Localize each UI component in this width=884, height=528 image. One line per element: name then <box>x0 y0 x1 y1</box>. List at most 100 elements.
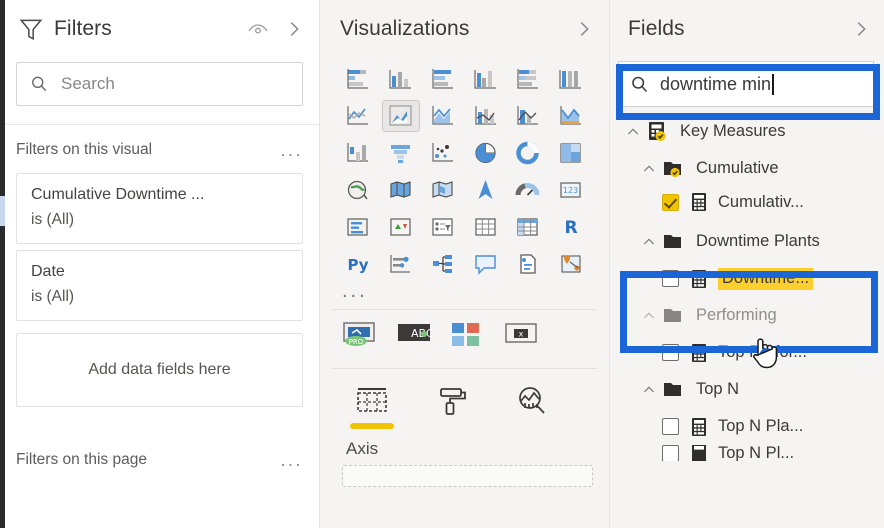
r-script-visual-icon[interactable]: R <box>553 212 589 242</box>
table-icon[interactable] <box>468 212 504 242</box>
line-and-stacked-column-chart-icon[interactable] <box>468 101 504 131</box>
tree-label: Downtime... <box>718 267 814 290</box>
format-tab[interactable] <box>426 381 478 429</box>
tree-item-top-n-folder[interactable]: Top N <box>610 371 884 408</box>
field-checkbox[interactable] <box>662 445 679 461</box>
stacked-bar-chart-icon[interactable] <box>340 64 376 94</box>
eye-hide-icon[interactable] <box>245 16 271 42</box>
area-chart-icon[interactable] <box>381 100 420 132</box>
100-stacked-bar-chart-icon[interactable] <box>510 64 546 94</box>
tree-item-cumulative-measure[interactable]: Cumulativ... <box>610 187 884 217</box>
qa-visual-icon[interactable] <box>468 249 504 279</box>
import-visual-icon[interactable]: x <box>504 320 542 350</box>
waterfall-chart-icon[interactable] <box>340 138 376 168</box>
arcgis-map-icon[interactable] <box>468 175 504 205</box>
tree-label: Performing <box>696 306 777 324</box>
filter-card[interactable]: Date is (All) <box>16 250 303 321</box>
tree-item-key-measures[interactable]: Key Measures <box>610 113 884 150</box>
stacked-column-chart-icon[interactable] <box>383 64 419 94</box>
card-icon[interactable]: 123 <box>553 175 589 205</box>
slicer-icon[interactable] <box>425 212 461 242</box>
100-stacked-column-chart-icon[interactable] <box>553 64 589 94</box>
field-checkbox[interactable] <box>662 418 679 435</box>
abc-text-visual-icon[interactable]: ABC <box>396 320 434 350</box>
filters-on-visual-label: Filters on this visual <box>16 141 153 158</box>
filter-card-value: is (All) <box>31 288 75 305</box>
fields-tab[interactable] <box>346 381 398 429</box>
filters-on-visual-more-button[interactable]: ... <box>280 141 303 159</box>
pie-chart-icon[interactable] <box>468 138 504 168</box>
chevron-up-icon[interactable] <box>636 161 662 177</box>
stacked-area-chart-icon[interactable] <box>425 101 461 131</box>
gauge-icon[interactable] <box>510 175 546 205</box>
analytics-tab[interactable] <box>506 381 558 429</box>
tree-item-downtime-plants-folder[interactable]: Downtime Plants <box>610 223 884 260</box>
chevron-up-icon[interactable] <box>620 124 646 140</box>
scatter-chart-icon[interactable] <box>425 138 461 168</box>
text-cursor <box>772 73 774 95</box>
visual-property-tabs <box>320 369 609 429</box>
multi-row-card-icon[interactable] <box>340 212 376 242</box>
chevron-up-icon[interactable] <box>636 234 662 250</box>
custom-visuals-row: PRO ABC x <box>320 310 609 360</box>
filters-search-input[interactable]: Search <box>16 62 303 106</box>
axis-well-dropzone[interactable] <box>342 465 593 487</box>
analytics-magnifier-icon <box>515 381 549 421</box>
funnel-chart-icon[interactable] <box>383 138 419 168</box>
clustered-column-chart-icon[interactable] <box>468 64 504 94</box>
axis-well-label: Axis <box>346 439 379 458</box>
calculator-icon <box>690 343 708 363</box>
shape-map-icon[interactable] <box>425 175 461 205</box>
key-influencers-icon[interactable] <box>383 249 419 279</box>
tree-item-top-n-plants-measure-2[interactable]: Top N Pl... <box>610 445 884 461</box>
line-chart-icon[interactable] <box>340 101 376 131</box>
donut-chart-icon[interactable] <box>510 138 546 168</box>
expand-fields-chevron-right-icon[interactable] <box>850 18 872 40</box>
clustered-bar-chart-icon[interactable] <box>425 64 461 94</box>
color-tiles-icon[interactable] <box>450 320 488 350</box>
decomposition-tree-icon[interactable] <box>425 249 461 279</box>
tree-label: Top N Pla... <box>718 417 804 435</box>
filled-map-icon[interactable] <box>383 175 419 205</box>
power-apps-icon[interactable] <box>553 249 589 279</box>
visualizations-title: Visualizations <box>340 17 470 40</box>
tree-item-cumulative-folder[interactable]: Cumulative <box>610 150 884 187</box>
tree-item-downtime-measure[interactable]: Downtime... <box>610 260 884 297</box>
more-visuals-button[interactable]: ... <box>320 279 609 301</box>
tree-label: Key Measures <box>680 122 786 140</box>
ribbon-chart-icon[interactable] <box>553 101 589 131</box>
field-checkbox[interactable] <box>662 344 679 361</box>
filters-on-page-more-button[interactable]: ... <box>280 451 303 469</box>
tree-label: Cumulativ... <box>718 192 804 211</box>
python-visual-icon[interactable]: Py <box>340 249 376 279</box>
filter-card-title: Cumulative Downtime ... <box>31 186 205 203</box>
search-icon <box>629 74 650 95</box>
calculator-icon <box>690 269 708 289</box>
paginated-report-icon[interactable] <box>510 249 546 279</box>
treemap-icon[interactable] <box>553 138 589 168</box>
visualization-gallery: 123 R Py <box>320 58 609 279</box>
fields-search-input[interactable]: downtime min <box>618 61 874 107</box>
kpi-icon[interactable] <box>383 212 419 242</box>
tree-item-top-performing-measure[interactable]: Top Perfor... <box>610 334 884 371</box>
filters-on-page-label: Filters on this page <box>16 451 147 468</box>
filters-header: Filters <box>0 0 319 58</box>
zoomcharts-pro-icon[interactable]: PRO <box>342 320 380 350</box>
chevron-up-icon[interactable] <box>636 382 662 398</box>
format-tab-underline <box>430 423 474 429</box>
field-checkbox[interactable] <box>662 193 679 211</box>
expand-visualizations-chevron-right-icon[interactable] <box>573 18 595 40</box>
fields-title: Fields <box>628 17 685 40</box>
filters-on-page-header: Filters on this page ... <box>0 435 319 477</box>
map-icon[interactable] <box>340 175 376 205</box>
filter-card[interactable]: Cumulative Downtime ... is (All) <box>16 173 303 244</box>
filters-add-data-fields-dropzone[interactable]: Add data fields here <box>16 333 303 407</box>
line-and-clustered-column-chart-icon[interactable] <box>510 101 546 131</box>
chevron-up-icon[interactable] <box>636 308 662 324</box>
field-checkbox[interactable] <box>662 270 679 287</box>
matrix-icon[interactable] <box>510 212 546 242</box>
tree-item-top-n-plants-measure[interactable]: Top N Pla... <box>610 408 884 445</box>
tree-item-performing-folder[interactable]: Performing <box>610 297 884 334</box>
expand-filters-chevron-right-icon[interactable] <box>283 18 305 40</box>
folder-icon <box>662 379 686 401</box>
